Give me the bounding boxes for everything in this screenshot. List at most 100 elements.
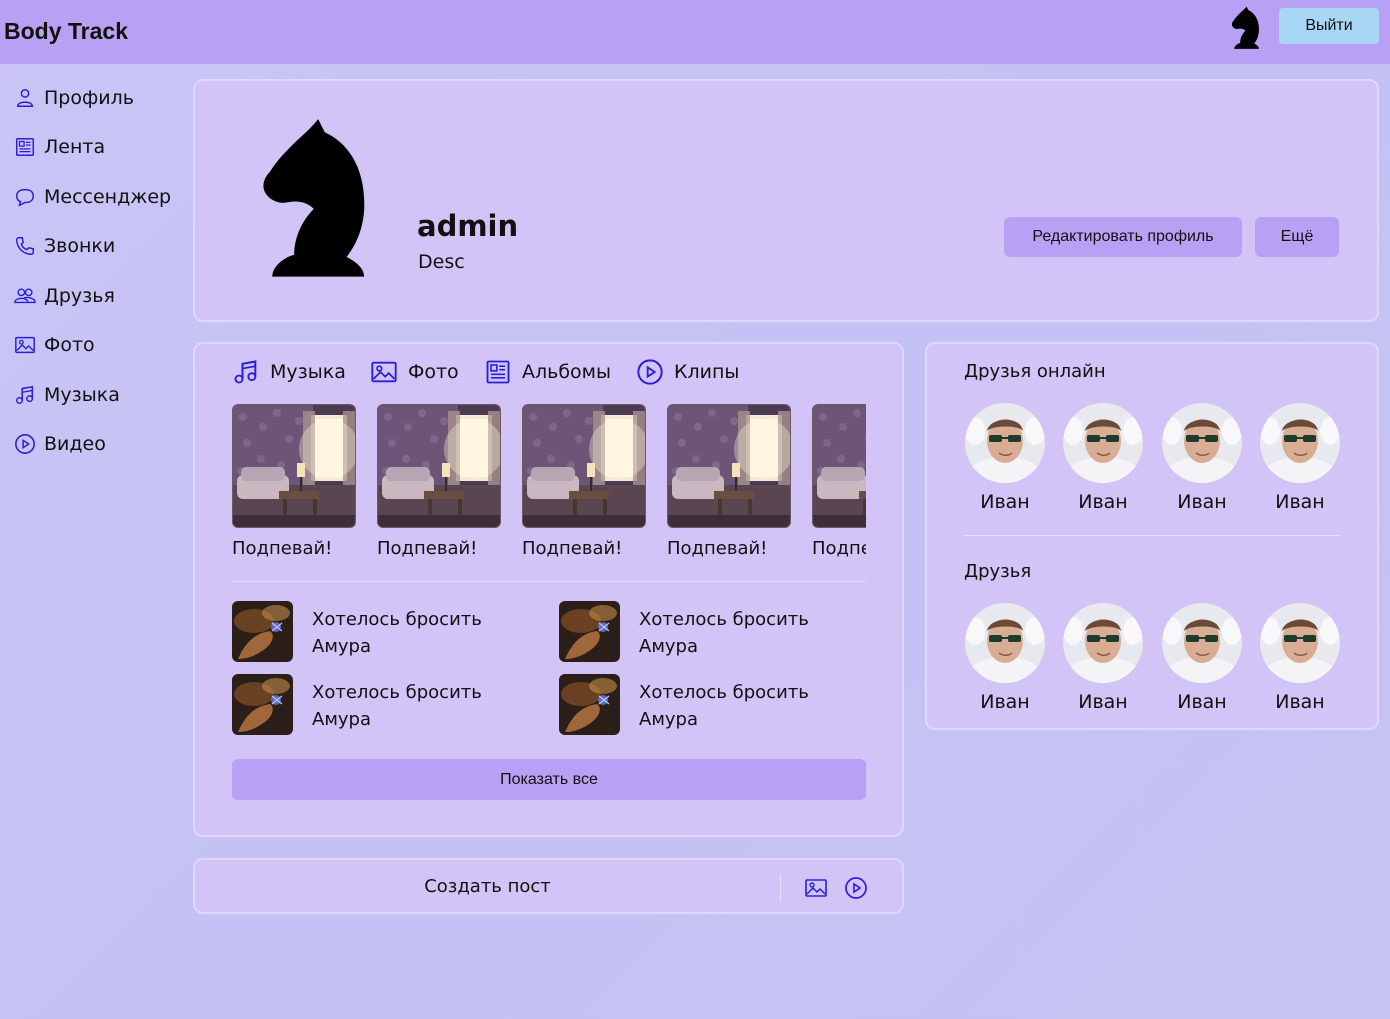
image-icon xyxy=(370,358,398,386)
tab-albums[interactable]: Альбомы xyxy=(484,357,611,387)
track-cover xyxy=(232,601,293,662)
sidebar-item-feed[interactable]: Лента xyxy=(14,132,105,162)
track-title: Хотелось бросить Амура xyxy=(639,682,809,730)
news-icon xyxy=(484,358,512,386)
avatar xyxy=(1260,403,1340,483)
sidebar-item-video[interactable]: Видео xyxy=(14,429,106,459)
app-logo[interactable]: Body Track xyxy=(4,18,128,45)
album-item[interactable]: Подпевай! xyxy=(232,404,356,559)
tab-label: Альбомы xyxy=(522,361,612,383)
tab-label: Клипы xyxy=(674,361,740,383)
show-all-button[interactable]: Показать все xyxy=(232,759,866,800)
profile-username: admin xyxy=(417,209,519,243)
album-cover xyxy=(812,404,866,528)
tab-clips[interactable]: Клипы xyxy=(636,357,739,387)
friends-card: Друзья онлайн Иван Иван Иван Иван Друзья… xyxy=(925,342,1379,730)
friend-name: Иван xyxy=(980,691,1030,713)
sidebar-item-friends[interactable]: Друзья xyxy=(14,281,115,311)
create-post-label[interactable]: Создать пост xyxy=(195,876,780,897)
album-cover xyxy=(667,404,791,528)
phone-icon xyxy=(14,235,36,257)
create-post-card[interactable]: Создать пост xyxy=(193,858,904,914)
sidebar-item-label: Друзья xyxy=(44,285,115,307)
tab-photos[interactable]: Фото xyxy=(370,357,459,387)
media-card: Музыка Фото Альбомы Клипы Подпевай! Подп… xyxy=(193,342,904,837)
track-item[interactable]: Хотелось бросить Амура xyxy=(232,601,552,663)
track-title: Хотелось бросить Амура xyxy=(312,682,482,730)
friend-name: Иван xyxy=(1177,491,1227,513)
album-item[interactable]: Подпевай! xyxy=(522,404,646,559)
more-button[interactable]: Ещё xyxy=(1255,217,1339,257)
chat-icon xyxy=(14,186,36,208)
divider xyxy=(964,535,1340,536)
image-icon xyxy=(14,334,36,356)
album-item[interactable]: Подпевай! xyxy=(812,404,866,559)
friend-name: Иван xyxy=(1078,691,1128,713)
tab-music[interactable]: Музыка xyxy=(232,357,346,387)
album-title: Подпевай! xyxy=(232,538,333,559)
album-item[interactable]: Подпевай! xyxy=(377,404,501,559)
profile-card: admin Desc Редактировать профиль Ещё xyxy=(193,79,1379,322)
profile-avatar[interactable] xyxy=(261,117,371,281)
play-icon xyxy=(636,358,664,386)
album-cover xyxy=(232,404,356,528)
album-title: Подпевай! xyxy=(812,538,866,559)
news-icon xyxy=(14,136,36,158)
sidebar-item-label: Видео xyxy=(44,433,106,455)
track-item[interactable]: Хотелось бросить Амура xyxy=(559,601,879,663)
music-icon xyxy=(14,384,36,406)
sidebar-item-label: Мессенджер xyxy=(44,186,172,208)
sidebar-item-messenger[interactable]: Мессенджер xyxy=(14,182,171,212)
play-icon[interactable] xyxy=(844,876,868,900)
tab-label: Фото xyxy=(408,361,459,383)
music-icon xyxy=(232,358,260,386)
friend-item[interactable]: Иван xyxy=(1157,603,1247,723)
sidebar-item-label: Лента xyxy=(44,136,106,158)
divider xyxy=(232,581,866,582)
friend-name: Иван xyxy=(1078,491,1128,513)
edit-profile-button[interactable]: Редактировать профиль xyxy=(1004,217,1242,257)
sidebar-item-music[interactable]: Музыка xyxy=(14,380,120,410)
album-item[interactable]: Подпевай! xyxy=(667,404,791,559)
friend-item[interactable]: Иван xyxy=(1157,403,1247,523)
friend-item[interactable]: Иван xyxy=(1058,403,1148,523)
avatar xyxy=(965,603,1045,683)
track-cover xyxy=(559,674,620,735)
avatar xyxy=(1162,603,1242,683)
track-cover xyxy=(559,601,620,662)
user-avatar-icon[interactable] xyxy=(1228,6,1264,50)
avatar xyxy=(1260,603,1340,683)
album-title: Подпевай! xyxy=(522,538,623,559)
avatar xyxy=(1162,403,1242,483)
avatar xyxy=(1063,603,1143,683)
track-item[interactable]: Хотелось бросить Амура xyxy=(232,674,552,736)
sidebar-item-photos[interactable]: Фото xyxy=(14,330,95,360)
sidebar-item-profile[interactable]: Профиль xyxy=(14,83,134,113)
album-carousel[interactable]: Подпевай! Подпевай! Подпевай! Подпевай! … xyxy=(232,404,866,564)
track-item[interactable]: Хотелось бросить Амура xyxy=(559,674,879,736)
divider xyxy=(780,874,781,902)
friends-title: Друзья xyxy=(964,561,1032,582)
album-cover xyxy=(377,404,501,528)
user-icon xyxy=(14,87,36,109)
play-icon xyxy=(14,433,36,455)
track-title: Хотелось бросить Амура xyxy=(312,609,482,657)
friend-item[interactable]: Иван xyxy=(960,603,1050,723)
sidebar-item-label: Звонки xyxy=(44,235,116,257)
avatar xyxy=(1063,403,1143,483)
sidebar-item-label: Музыка xyxy=(44,384,120,406)
image-icon[interactable] xyxy=(804,876,828,900)
friend-item[interactable]: Иван xyxy=(1255,603,1345,723)
friend-item[interactable]: Иван xyxy=(960,403,1050,523)
sidebar-item-calls[interactable]: Звонки xyxy=(14,231,115,261)
album-cover xyxy=(522,404,646,528)
top-bar: Body Track Выйти xyxy=(0,0,1390,64)
sidebar-item-label: Фото xyxy=(44,334,95,356)
friend-item[interactable]: Иван xyxy=(1058,603,1148,723)
logout-button[interactable]: Выйти xyxy=(1279,8,1379,44)
friends-icon xyxy=(14,285,36,307)
avatar xyxy=(965,403,1045,483)
profile-description: Desc xyxy=(418,251,465,273)
friend-item[interactable]: Иван xyxy=(1255,403,1345,523)
friend-name: Иван xyxy=(1275,491,1325,513)
